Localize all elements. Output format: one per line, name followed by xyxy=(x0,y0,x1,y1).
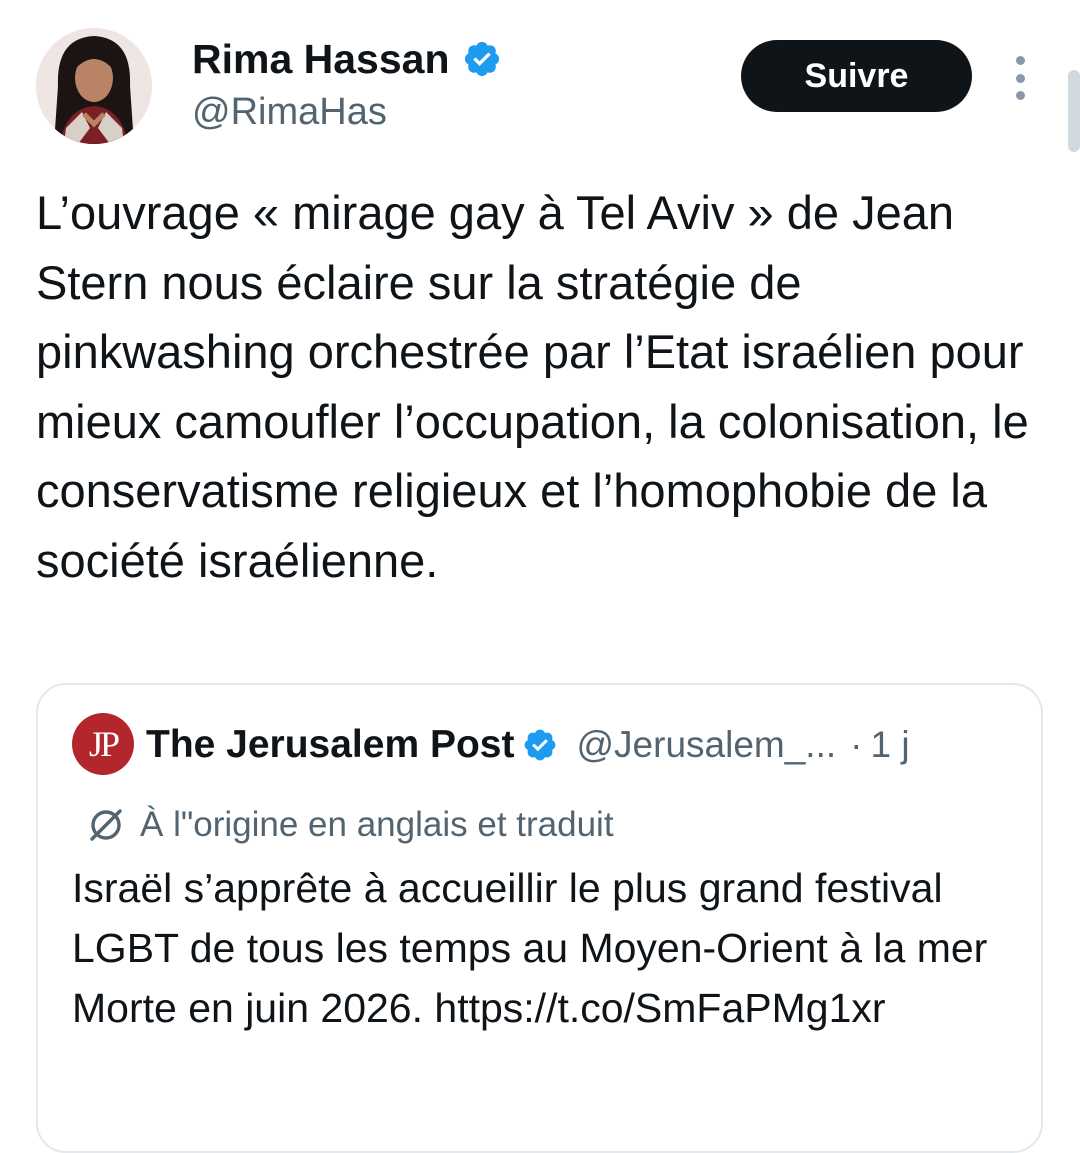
scrollbar-thumb[interactable] xyxy=(1068,70,1080,152)
author-handle[interactable]: @RimaHas xyxy=(192,88,387,136)
verified-badge-icon xyxy=(525,729,556,761)
author-name-row[interactable]: Rima Hassan xyxy=(192,34,502,84)
author-name[interactable]: Rima Hassan xyxy=(192,34,450,84)
more-dot xyxy=(1015,56,1025,65)
quoted-author-name[interactable]: The Jerusalem Post xyxy=(146,723,514,767)
translate-icon xyxy=(90,809,122,841)
quoted-timestamp[interactable]: 1 j xyxy=(870,724,909,766)
separator-dot: · xyxy=(850,724,863,765)
more-dot xyxy=(1015,91,1025,100)
jerusalem-post-logo[interactable]: JP xyxy=(72,713,134,775)
author-avatar[interactable] xyxy=(36,28,152,144)
tweet-text: L’ouvrage « mirage gay à Tel Aviv » de J… xyxy=(36,186,1029,587)
more-dot xyxy=(1015,73,1025,83)
quoted-tweet-header: The Jerusalem Post @Jerusalem_... · 1 j xyxy=(146,716,910,774)
verified-badge-icon xyxy=(464,41,499,77)
quoted-author-handle[interactable]: @Jerusalem_... xyxy=(576,724,836,766)
more-vertical-icon[interactable] xyxy=(1004,56,1036,100)
translated-label: À l"origine en anglais et traduit xyxy=(140,805,614,844)
translation-notice: À l"origine en anglais et traduit xyxy=(86,800,614,850)
quoted-tweet-text: Israël s’apprête à accueillir le plus gr… xyxy=(72,865,988,1031)
follow-button[interactable]: Suivre xyxy=(741,40,972,112)
